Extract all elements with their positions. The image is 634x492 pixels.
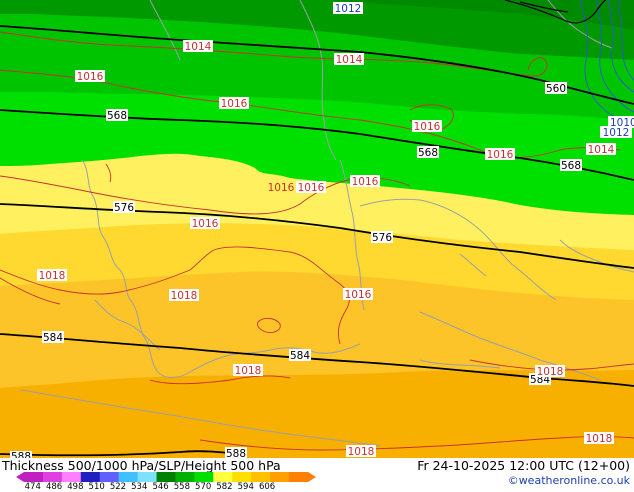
svg-text:1012: 1012 [603,127,630,139]
svg-text:1016: 1016 [221,98,248,110]
pressure-label-1018-c: 1018 [233,364,263,377]
svg-text:1018: 1018 [39,270,66,282]
svg-text:568: 568 [561,160,581,172]
svg-text:1018: 1018 [537,366,564,378]
pressure-label-1018-b: 1018 [169,289,199,302]
height-label-568-mid: 568 [417,146,439,159]
pressure-label-1016-d: 1016 [485,148,515,161]
svg-text:1016: 1016 [352,176,379,188]
scale-tick-label: 606 [258,482,276,492]
scale-swatch [232,472,252,482]
svg-text:1018: 1018 [235,365,262,377]
svg-text:1016: 1016 [268,182,295,194]
scale-swatch [251,472,271,482]
weather-map-app: 568 560 568 568 576 576 584 584 584 588 … [0,0,634,492]
scale-swatch [42,472,63,482]
scale-tick-label: 474 [24,482,41,492]
scale-tick-label: 558 [173,482,190,492]
pressure-label-1018-d: 1018 [535,365,565,378]
map-footer: Thickness 500/1000 hPa/SLP/Height 500 hP… [0,458,634,492]
pressure-label-1016-g: 1016 [190,217,220,230]
scale-tick-label: 534 [131,482,148,492]
svg-text:1018: 1018 [586,433,613,445]
svg-text:588: 588 [11,451,31,458]
svg-text:584: 584 [290,350,310,362]
svg-text:568: 568 [418,147,438,159]
scale-tick-label: 570 [195,482,212,492]
pressure-label-1012-right: 1012 [600,126,632,139]
svg-text:1016: 1016 [298,182,325,194]
svg-text:560: 560 [546,83,566,95]
height-label-576-left: 576 [113,201,135,214]
pressure-label-1016-e: 1016 [296,181,326,194]
scale-swatch [175,472,195,482]
svg-text:1016: 1016 [77,71,104,83]
scale-tick-label: 486 [45,482,63,492]
scale-swatch [194,472,214,482]
height-label-584-mid: 584 [289,349,311,362]
height-label-588-mid: 588 [225,447,247,458]
map-title: Thickness 500/1000 hPa/SLP/Height 500 hP… [2,458,281,473]
thickness-map: 568 560 568 568 576 576 584 584 584 588 … [0,0,634,458]
scale-tick-label: 582 [216,482,233,492]
pressure-label-1012-top: 1012 [333,2,363,15]
svg-text:1018: 1018 [348,446,375,458]
svg-text:1016: 1016 [414,121,441,133]
pressure-label-1016-h: 1016 [343,288,373,301]
scale-swatch [156,472,176,482]
pressure-label-1018-a: 1018 [37,269,67,282]
svg-text:576: 576 [114,202,134,214]
scale-swatch [137,472,158,482]
svg-text:1012: 1012 [335,3,362,15]
pressure-label-1016-i: 1016 [268,182,295,194]
svg-text:1014: 1014 [336,54,363,66]
scale-swatch [213,472,233,482]
scale-swatch [99,472,120,482]
svg-text:1014: 1014 [185,41,212,53]
scale-tick-label: 546 [152,482,169,492]
svg-text:576: 576 [372,232,392,244]
pressure-label-1014-a: 1014 [183,40,213,53]
scale-tick-label: 522 [109,482,127,492]
scale-swatch [289,472,309,482]
height-label-568-right: 568 [560,159,582,172]
pressure-label-1016-a: 1016 [75,70,105,83]
pressure-label-1014-right: 1014 [586,143,616,156]
svg-text:588: 588 [226,448,246,458]
pressure-label-1018-f: 1018 [584,432,614,445]
scale-swatch [118,472,139,482]
color-scale [16,472,316,482]
height-label-588-left: 588 [10,451,32,458]
scale-arrow-right [308,472,316,482]
svg-text:1016: 1016 [487,149,514,161]
scale-swatch [24,472,44,482]
height-label-560: 560 [545,82,567,95]
pressure-label-1018-e: 1018 [346,445,376,458]
scale-tick-label: 498 [67,482,84,492]
svg-text:1018: 1018 [171,290,198,302]
scale-swatch [61,472,82,482]
scale-tick-label: 594 [237,482,254,492]
svg-text:584: 584 [43,332,63,344]
valid-time: Fr 24-10-2025 12:00 UTC (12+00) [417,458,630,473]
height-label-576-right: 576 [371,231,393,244]
pressure-label-1014-b: 1014 [334,53,364,66]
scale-swatch [80,472,101,482]
credit-link[interactable]: ©weatheronline.co.uk [508,474,630,487]
height-label-584-left: 584 [42,331,64,344]
svg-text:568: 568 [107,110,127,122]
scale-arrow-left [16,472,24,482]
pressure-label-1016-f: 1016 [350,175,380,188]
pressure-label-1016-b: 1016 [219,97,249,110]
scale-tick-label: 510 [88,482,105,492]
svg-text:1014: 1014 [588,144,615,156]
pressure-label-1016-c: 1016 [412,120,442,133]
svg-text:1016: 1016 [345,289,372,301]
scale-swatch [270,472,290,482]
svg-text:1016: 1016 [192,218,219,230]
height-label-568-left: 568 [106,109,128,122]
